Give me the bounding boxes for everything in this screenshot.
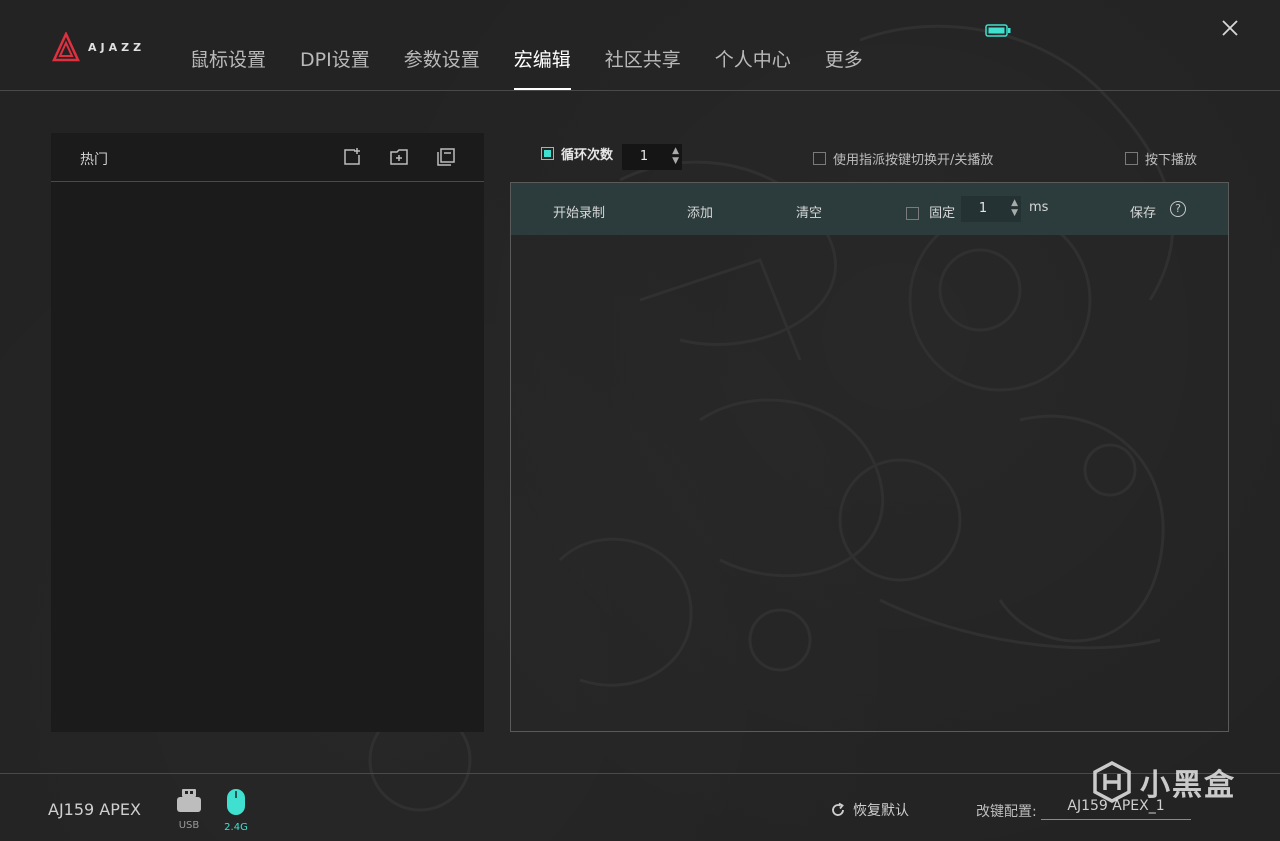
ajazz-logo-icon: [52, 32, 80, 62]
tab-mouse-settings[interactable]: 鼠标设置: [190, 46, 266, 91]
macro-list-header: 热门: [51, 133, 484, 182]
tab-macro-editor[interactable]: 宏编辑: [513, 46, 571, 91]
battery-icon: [985, 24, 1011, 37]
loop-label: 循环次数: [561, 148, 614, 163]
press-play-checkbox[interactable]: [1125, 152, 1138, 165]
usb-label: USB: [178, 820, 200, 831]
clear-button[interactable]: 清空: [796, 202, 822, 221]
macro-toolbar: 开始录制 添加 清空 固定 1 ▲ ▼ ms 保存 ?: [511, 183, 1228, 235]
copy-icon[interactable]: [436, 147, 456, 167]
macro-list-title: 热门: [80, 152, 108, 168]
restore-default-label: 恢复默认: [853, 803, 909, 819]
delay-unit: ms: [1029, 200, 1049, 215]
tab-community-share[interactable]: 社区共享: [605, 46, 681, 91]
fixed-delay-label: 固定: [929, 206, 956, 221]
refresh-icon: [832, 802, 844, 816]
fixed-delay-checkbox[interactable]: [906, 207, 919, 220]
tab-parameter-settings[interactable]: 参数设置: [404, 46, 480, 91]
wireless-connection: 2.4G: [221, 788, 251, 833]
fixed-delay-stepper[interactable]: 1 ▲ ▼: [961, 196, 1021, 222]
watermark-text: 小黑盒: [1140, 768, 1236, 803]
tab-more[interactable]: 更多: [825, 46, 863, 91]
loop-checkbox[interactable]: [541, 147, 554, 160]
app-window: AJAZZ 鼠标设置 DPI设置 参数设置 宏编辑 社区共享 个人中心 更多 热…: [0, 0, 1280, 841]
loop-option: 循环次数: [541, 144, 613, 163]
device-name: AJ159 APEX: [48, 800, 141, 819]
xiaoheihe-logo-icon: [1093, 761, 1131, 803]
stepper-arrows-icon[interactable]: ▲ ▼: [1011, 198, 1018, 218]
brand-name: AJAZZ: [88, 40, 146, 54]
save-button[interactable]: 保存: [1130, 202, 1156, 221]
top-bar: AJAZZ 鼠标设置 DPI设置 参数设置 宏编辑 社区共享 个人中心 更多: [0, 0, 1280, 91]
press-play-option: 按下播放: [1125, 149, 1197, 168]
new-macro-icon[interactable]: [342, 147, 362, 167]
press-play-label: 按下播放: [1145, 153, 1198, 168]
usb-connection: USB: [174, 788, 204, 831]
restore-default-button[interactable]: 恢复默认: [830, 800, 909, 820]
status-bar: AJ159 APEX USB 2.4G 恢复默认 改键配置: AJ159 APE…: [0, 773, 1280, 841]
close-icon[interactable]: [1219, 17, 1241, 39]
loop-count-stepper[interactable]: 1 ▲ ▼: [622, 144, 682, 170]
usb-icon: [177, 789, 201, 812]
macro-editor-area[interactable]: 开始录制 添加 清空 固定 1 ▲ ▼ ms 保存 ?: [510, 182, 1229, 732]
assigned-key-toggle-option: 使用指派按键切换开/关播放: [813, 149, 993, 168]
tab-personal-center[interactable]: 个人中心: [715, 46, 791, 91]
assigned-key-toggle-label: 使用指派按键切换开/关播放: [833, 153, 994, 168]
loop-count-value: 1: [639, 149, 649, 164]
fixed-delay-value: 1: [978, 201, 988, 216]
add-button[interactable]: 添加: [687, 202, 713, 221]
help-icon[interactable]: ?: [1170, 201, 1186, 217]
main-nav: 鼠标设置 DPI设置 参数设置 宏编辑 社区共享 个人中心 更多: [190, 46, 897, 91]
watermark: 小黑盒: [1090, 760, 1236, 804]
profile-label: 改键配置:: [976, 804, 1037, 820]
assigned-key-toggle-checkbox[interactable]: [813, 152, 826, 165]
macro-list-panel: 热门: [51, 133, 484, 732]
tab-dpi-settings[interactable]: DPI设置: [300, 46, 370, 91]
wireless-label: 2.4G: [224, 822, 248, 833]
start-record-button[interactable]: 开始录制: [553, 202, 605, 221]
fixed-delay-option: 固定: [906, 202, 955, 221]
brand-logo: AJAZZ: [52, 32, 145, 62]
mouse-icon: [227, 789, 245, 815]
new-folder-icon[interactable]: [389, 147, 409, 167]
stepper-arrows-icon[interactable]: ▲ ▼: [672, 146, 679, 166]
